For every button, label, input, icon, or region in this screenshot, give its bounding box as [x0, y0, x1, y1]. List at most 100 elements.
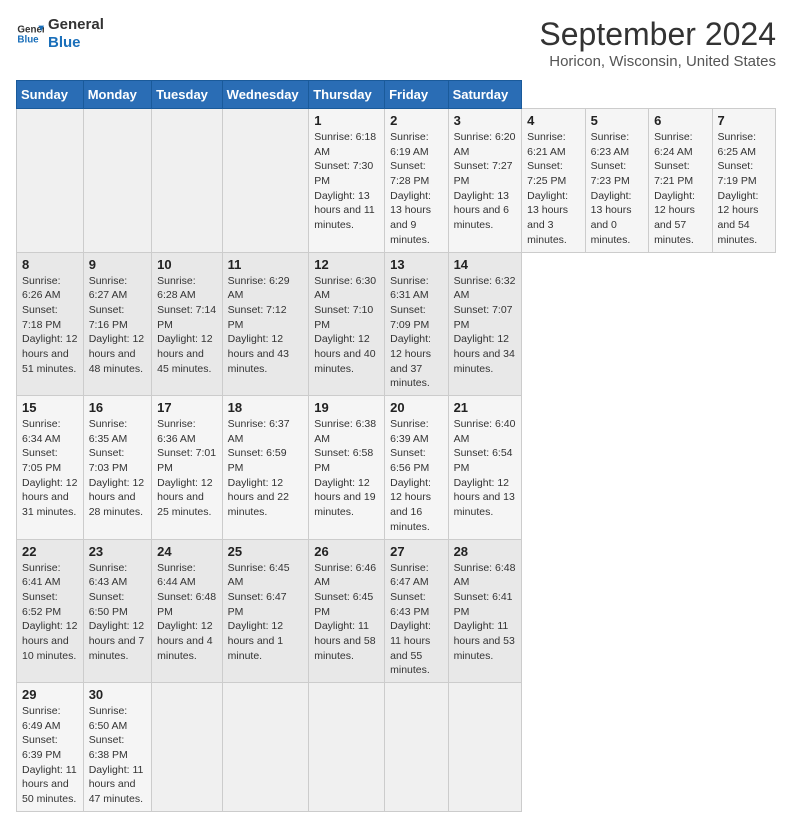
day-cell: 28 Sunrise: 6:48 AM Sunset: 6:41 PM Dayl…	[448, 539, 522, 683]
sunset-label: Sunset: 7:23 PM	[591, 160, 630, 187]
subtitle: Horicon, Wisconsin, United States	[539, 53, 776, 70]
sunrise-label: Sunrise: 6:39 AM	[390, 418, 429, 445]
header: General Blue General Blue September 2024…	[16, 16, 776, 70]
sunrise-label: Sunrise: 6:47 AM	[390, 562, 429, 589]
sunset-label: Sunset: 7:07 PM	[454, 304, 513, 331]
sunrise-label: Sunrise: 6:25 AM	[718, 131, 757, 158]
sunset-label: Sunset: 6:52 PM	[22, 591, 61, 618]
day-info: Sunrise: 6:29 AM Sunset: 7:12 PM Dayligh…	[228, 274, 304, 377]
day-cell	[385, 683, 448, 812]
day-cell	[222, 109, 309, 253]
daylight-label: Daylight: 12 hours and 51 minutes.	[22, 333, 77, 374]
day-number: 6	[654, 113, 706, 128]
day-cell: 11 Sunrise: 6:29 AM Sunset: 7:12 PM Dayl…	[222, 252, 309, 396]
sunset-label: Sunset: 6:48 PM	[157, 591, 216, 618]
day-cell	[83, 109, 151, 253]
sunset-label: Sunset: 6:50 PM	[89, 591, 128, 618]
day-info: Sunrise: 6:40 AM Sunset: 6:54 PM Dayligh…	[454, 417, 517, 520]
day-cell: 30 Sunrise: 6:50 AM Sunset: 6:38 PM Dayl…	[83, 683, 151, 812]
sunrise-label: Sunrise: 6:20 AM	[454, 131, 516, 158]
day-cell	[448, 683, 522, 812]
svg-text:Blue: Blue	[17, 34, 39, 45]
sunrise-label: Sunrise: 6:44 AM	[157, 562, 196, 589]
day-cell: 13 Sunrise: 6:31 AM Sunset: 7:09 PM Dayl…	[385, 252, 448, 396]
day-cell: 3 Sunrise: 6:20 AM Sunset: 7:27 PM Dayli…	[448, 109, 522, 253]
day-number: 5	[591, 113, 643, 128]
sunset-label: Sunset: 6:47 PM	[228, 591, 287, 618]
logo: General Blue General Blue	[16, 16, 104, 52]
daylight-label: Daylight: 13 hours and 11 minutes.	[314, 190, 375, 231]
header-day-thursday: Thursday	[309, 81, 385, 109]
day-number: 8	[22, 257, 78, 272]
day-cell: 22 Sunrise: 6:41 AM Sunset: 6:52 PM Dayl…	[17, 539, 84, 683]
day-cell: 9 Sunrise: 6:27 AM Sunset: 7:16 PM Dayli…	[83, 252, 151, 396]
day-number: 4	[527, 113, 579, 128]
daylight-label: Daylight: 13 hours and 9 minutes.	[390, 190, 431, 246]
day-number: 27	[390, 544, 442, 559]
sunrise-label: Sunrise: 6:49 AM	[22, 705, 61, 732]
daylight-label: Daylight: 12 hours and 16 minutes.	[390, 477, 431, 533]
daylight-label: Daylight: 11 hours and 47 minutes.	[89, 764, 144, 805]
daylight-label: Daylight: 12 hours and 48 minutes.	[89, 333, 144, 374]
daylight-label: Daylight: 12 hours and 45 minutes.	[157, 333, 212, 374]
daylight-label: Daylight: 11 hours and 58 minutes.	[314, 620, 375, 661]
daylight-label: Daylight: 12 hours and 31 minutes.	[22, 477, 77, 518]
day-number: 3	[454, 113, 517, 128]
day-number: 22	[22, 544, 78, 559]
sunrise-label: Sunrise: 6:29 AM	[228, 275, 290, 302]
sunrise-label: Sunrise: 6:19 AM	[390, 131, 429, 158]
sunrise-label: Sunrise: 6:37 AM	[228, 418, 290, 445]
week-row-1: 8 Sunrise: 6:26 AM Sunset: 7:18 PM Dayli…	[17, 252, 776, 396]
day-number: 29	[22, 687, 78, 702]
sunset-label: Sunset: 7:14 PM	[157, 304, 216, 331]
sunrise-label: Sunrise: 6:35 AM	[89, 418, 128, 445]
sunset-label: Sunset: 6:38 PM	[89, 734, 128, 761]
daylight-label: Daylight: 13 hours and 3 minutes.	[527, 190, 568, 246]
sunset-label: Sunset: 6:59 PM	[228, 447, 287, 474]
sunset-label: Sunset: 6:54 PM	[454, 447, 513, 474]
daylight-label: Daylight: 12 hours and 19 minutes.	[314, 477, 375, 518]
sunrise-label: Sunrise: 6:48 AM	[454, 562, 516, 589]
sunrise-label: Sunrise: 6:41 AM	[22, 562, 61, 589]
sunrise-label: Sunrise: 6:45 AM	[228, 562, 290, 589]
sunset-label: Sunset: 7:18 PM	[22, 304, 61, 331]
header-day-monday: Monday	[83, 81, 151, 109]
sunset-label: Sunset: 7:09 PM	[390, 304, 429, 331]
day-number: 25	[228, 544, 304, 559]
daylight-label: Daylight: 12 hours and 25 minutes.	[157, 477, 212, 518]
sunrise-label: Sunrise: 6:31 AM	[390, 275, 429, 302]
day-number: 19	[314, 400, 379, 415]
day-info: Sunrise: 6:31 AM Sunset: 7:09 PM Dayligh…	[390, 274, 442, 392]
day-info: Sunrise: 6:32 AM Sunset: 7:07 PM Dayligh…	[454, 274, 517, 377]
day-info: Sunrise: 6:47 AM Sunset: 6:43 PM Dayligh…	[390, 561, 442, 679]
header-day-sunday: Sunday	[17, 81, 84, 109]
daylight-label: Daylight: 12 hours and 28 minutes.	[89, 477, 144, 518]
sunset-label: Sunset: 7:28 PM	[390, 160, 429, 187]
sunset-label: Sunset: 6:45 PM	[314, 591, 373, 618]
day-number: 13	[390, 257, 442, 272]
day-number: 2	[390, 113, 442, 128]
header-day-wednesday: Wednesday	[222, 81, 309, 109]
daylight-label: Daylight: 12 hours and 37 minutes.	[390, 333, 431, 389]
daylight-label: Daylight: 12 hours and 22 minutes.	[228, 477, 289, 518]
day-cell	[309, 683, 385, 812]
header-row: SundayMondayTuesdayWednesdayThursdayFrid…	[17, 81, 776, 109]
day-number: 14	[454, 257, 517, 272]
sunrise-label: Sunrise: 6:40 AM	[454, 418, 516, 445]
sunrise-label: Sunrise: 6:38 AM	[314, 418, 376, 445]
day-cell: 20 Sunrise: 6:39 AM Sunset: 6:56 PM Dayl…	[385, 396, 448, 540]
sunrise-label: Sunrise: 6:46 AM	[314, 562, 376, 589]
day-number: 28	[454, 544, 517, 559]
day-info: Sunrise: 6:28 AM Sunset: 7:14 PM Dayligh…	[157, 274, 217, 377]
logo-icon: General Blue	[16, 20, 44, 48]
day-cell: 14 Sunrise: 6:32 AM Sunset: 7:07 PM Dayl…	[448, 252, 522, 396]
daylight-label: Daylight: 12 hours and 34 minutes.	[454, 333, 515, 374]
sunset-label: Sunset: 7:03 PM	[89, 447, 128, 474]
day-info: Sunrise: 6:36 AM Sunset: 7:01 PM Dayligh…	[157, 417, 217, 520]
day-cell	[17, 109, 84, 253]
day-info: Sunrise: 6:26 AM Sunset: 7:18 PM Dayligh…	[22, 274, 78, 377]
sunset-label: Sunset: 6:39 PM	[22, 734, 61, 761]
calendar-header: SundayMondayTuesdayWednesdayThursdayFrid…	[17, 81, 776, 109]
day-info: Sunrise: 6:34 AM Sunset: 7:05 PM Dayligh…	[22, 417, 78, 520]
day-info: Sunrise: 6:19 AM Sunset: 7:28 PM Dayligh…	[390, 130, 442, 248]
